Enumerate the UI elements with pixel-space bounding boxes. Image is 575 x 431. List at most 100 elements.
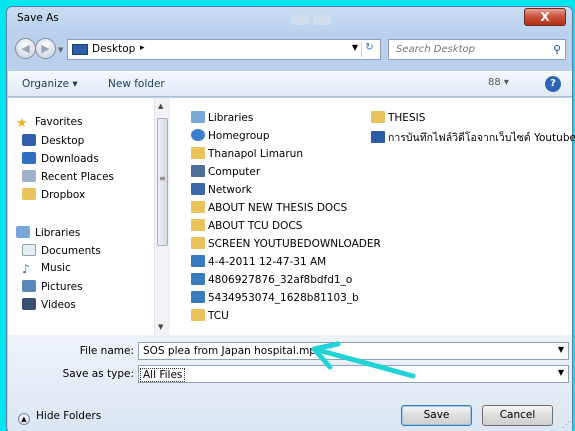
- file-item-label: THESIS: [388, 112, 426, 124]
- close-button[interactable]: X: [524, 8, 566, 26]
- music-icon: ♪: [22, 262, 30, 276]
- folder-icon: [191, 237, 205, 249]
- new-folder-button[interactable]: New folder: [108, 78, 165, 90]
- hide-folders-button[interactable]: ▲ Hide Folders: [18, 410, 101, 425]
- file-item[interactable]: 5434953074_1628b81103_b: [191, 291, 359, 307]
- computer-icon: [191, 165, 205, 177]
- file-item[interactable]: Computer: [191, 165, 260, 181]
- file-item[interactable]: TCU: [191, 309, 229, 325]
- image-file-icon: [191, 255, 205, 267]
- nav-item-label: Desktop: [41, 135, 85, 147]
- forward-button[interactable]: ▶: [35, 38, 56, 59]
- help-icon[interactable]: ?: [545, 76, 561, 92]
- file-item-label: 5434953074_1628b81103_b: [208, 292, 359, 304]
- search-box[interactable]: ⚲: [388, 39, 566, 60]
- nav-item-label: Recent Places: [41, 171, 115, 183]
- save-as-dialog: Save As X ◀ ▶ ▼ Desktop ▸ ▼ ↻ ⚲ Organize…: [6, 6, 575, 431]
- libraries-icon: [191, 111, 205, 123]
- nav-item-label: Videos: [41, 299, 76, 311]
- save-type-label: Save as type:: [62, 368, 134, 380]
- search-input[interactable]: [394, 40, 544, 59]
- search-icon[interactable]: ⚲: [553, 43, 561, 56]
- refresh-icon[interactable]: ↻: [361, 42, 377, 57]
- address-dropdown-icon[interactable]: ▼: [352, 43, 358, 52]
- cancel-button[interactable]: Cancel: [482, 405, 553, 426]
- file-item[interactable]: Libraries: [191, 111, 253, 127]
- folder-icon: [191, 201, 205, 213]
- nav-item-downloads[interactable]: Downloads: [22, 152, 99, 168]
- file-name-value[interactable]: SOS plea from Japan hospital.mp4: [143, 345, 323, 357]
- recent-pages-icon[interactable]: ▼: [58, 46, 63, 54]
- nav-item-music[interactable]: ♪ Music: [22, 262, 71, 278]
- desktop-icon: [22, 134, 36, 146]
- word-document-icon: [371, 131, 385, 143]
- desktop-icon: [72, 44, 88, 55]
- file-item[interactable]: SCREEN YOUTUBEDOWNLOADER: [191, 237, 381, 253]
- title-bar[interactable]: Save As X: [7, 7, 572, 33]
- folder-icon: [191, 219, 205, 231]
- file-item[interactable]: ABOUT TCU DOCS: [191, 219, 302, 235]
- image-file-icon: [191, 291, 205, 303]
- nav-libraries-label: Libraries: [35, 227, 81, 239]
- address-bar[interactable]: Desktop ▸ ▼ ↻: [67, 39, 381, 60]
- libraries-icon: [16, 226, 30, 238]
- file-item-label: Libraries: [208, 112, 254, 124]
- file-item-label: SCREEN YOUTUBEDOWNLOADER: [208, 238, 381, 250]
- back-button[interactable]: ◀: [15, 38, 36, 59]
- nav-item-desktop[interactable]: Desktop: [22, 134, 84, 150]
- nav-item-videos[interactable]: Videos: [22, 298, 76, 314]
- image-file-icon: [191, 273, 205, 285]
- file-item[interactable]: Homegroup: [191, 129, 270, 145]
- minimize-button[interactable]: [291, 15, 309, 25]
- file-item[interactable]: ABOUT NEW THESIS DOCS: [191, 201, 347, 217]
- nav-favorites[interactable]: ★ Favorites: [16, 116, 82, 132]
- file-item[interactable]: 4806927876_32af8bdfd1_o: [191, 273, 352, 289]
- nav-item-label: Documents: [41, 245, 101, 257]
- file-item-label: การบันทึกไฟล์วิดีโอจากเว็บไซต์ Youtube: [388, 132, 575, 144]
- navigation-pane: ★ Favorites Desktop Downloads Recent Plac…: [8, 98, 154, 335]
- nav-item-pictures[interactable]: Pictures: [22, 280, 83, 296]
- file-item-label: ABOUT TCU DOCS: [208, 220, 303, 232]
- breadcrumb-chevron-icon[interactable]: ▸: [140, 43, 145, 53]
- address-location[interactable]: Desktop: [92, 43, 135, 55]
- file-item-label: 4-4-2011 12-47-31 AM: [208, 256, 327, 268]
- organize-button[interactable]: Organize ▾: [22, 78, 78, 90]
- nav-libraries[interactable]: Libraries: [16, 226, 80, 242]
- navigation-scrollbar[interactable]: ▲ ≡ ▼: [154, 98, 170, 335]
- chevron-up-icon: ▲: [18, 413, 30, 425]
- recent-places-icon: [22, 170, 36, 182]
- save-type-value[interactable]: All Files: [140, 368, 186, 382]
- maximize-button[interactable]: [313, 15, 331, 25]
- homegroup-icon: [191, 129, 205, 141]
- command-bar: Organize ▾ New folder 88 ▾ ?: [8, 71, 572, 97]
- scroll-up-icon[interactable]: ▲: [158, 102, 163, 110]
- save-type-dropdown-icon[interactable]: ▼: [558, 368, 564, 377]
- change-view-button[interactable]: 88 ▾: [488, 77, 509, 88]
- save-type-select[interactable]: All Files ▼: [138, 365, 569, 383]
- file-item[interactable]: Thanapol Limarun: [191, 147, 303, 163]
- nav-item-dropbox[interactable]: Dropbox: [22, 188, 85, 204]
- pictures-icon: [22, 280, 36, 292]
- downloads-folder-icon: [22, 152, 36, 164]
- videos-icon: [22, 298, 36, 310]
- save-button[interactable]: Save: [401, 405, 472, 426]
- star-icon: ★: [16, 116, 28, 131]
- scrollbar-grip-icon: ≡: [159, 174, 166, 183]
- network-icon: [191, 183, 205, 195]
- shortcut-folder-icon: [371, 111, 385, 123]
- file-item[interactable]: THESIS: [371, 111, 425, 127]
- nav-item-recent-places[interactable]: Recent Places: [22, 170, 114, 186]
- file-name-field[interactable]: SOS plea from Japan hospital.mp4 ▼: [138, 342, 569, 360]
- file-name-dropdown-icon[interactable]: ▼: [558, 345, 564, 354]
- file-item-label: Homegroup: [208, 130, 270, 142]
- file-name-label: File name:: [79, 345, 134, 357]
- nav-item-documents[interactable]: Documents: [22, 244, 101, 260]
- file-item[interactable]: Network: [191, 183, 252, 199]
- nav-favorites-label: Favorites: [35, 116, 83, 128]
- resize-grip-icon[interactable]: ⋰: [562, 420, 570, 429]
- save-options-panel: File name: SOS plea from Japan hospital.…: [8, 335, 572, 431]
- file-item[interactable]: การบันทึกไฟล์วิดีโอจากเว็บไซต์ Youtube: [371, 129, 575, 145]
- file-item[interactable]: 4-4-2011 12-47-31 AM: [191, 255, 326, 271]
- nav-item-label: Dropbox: [41, 189, 86, 201]
- scroll-down-icon[interactable]: ▼: [158, 323, 163, 331]
